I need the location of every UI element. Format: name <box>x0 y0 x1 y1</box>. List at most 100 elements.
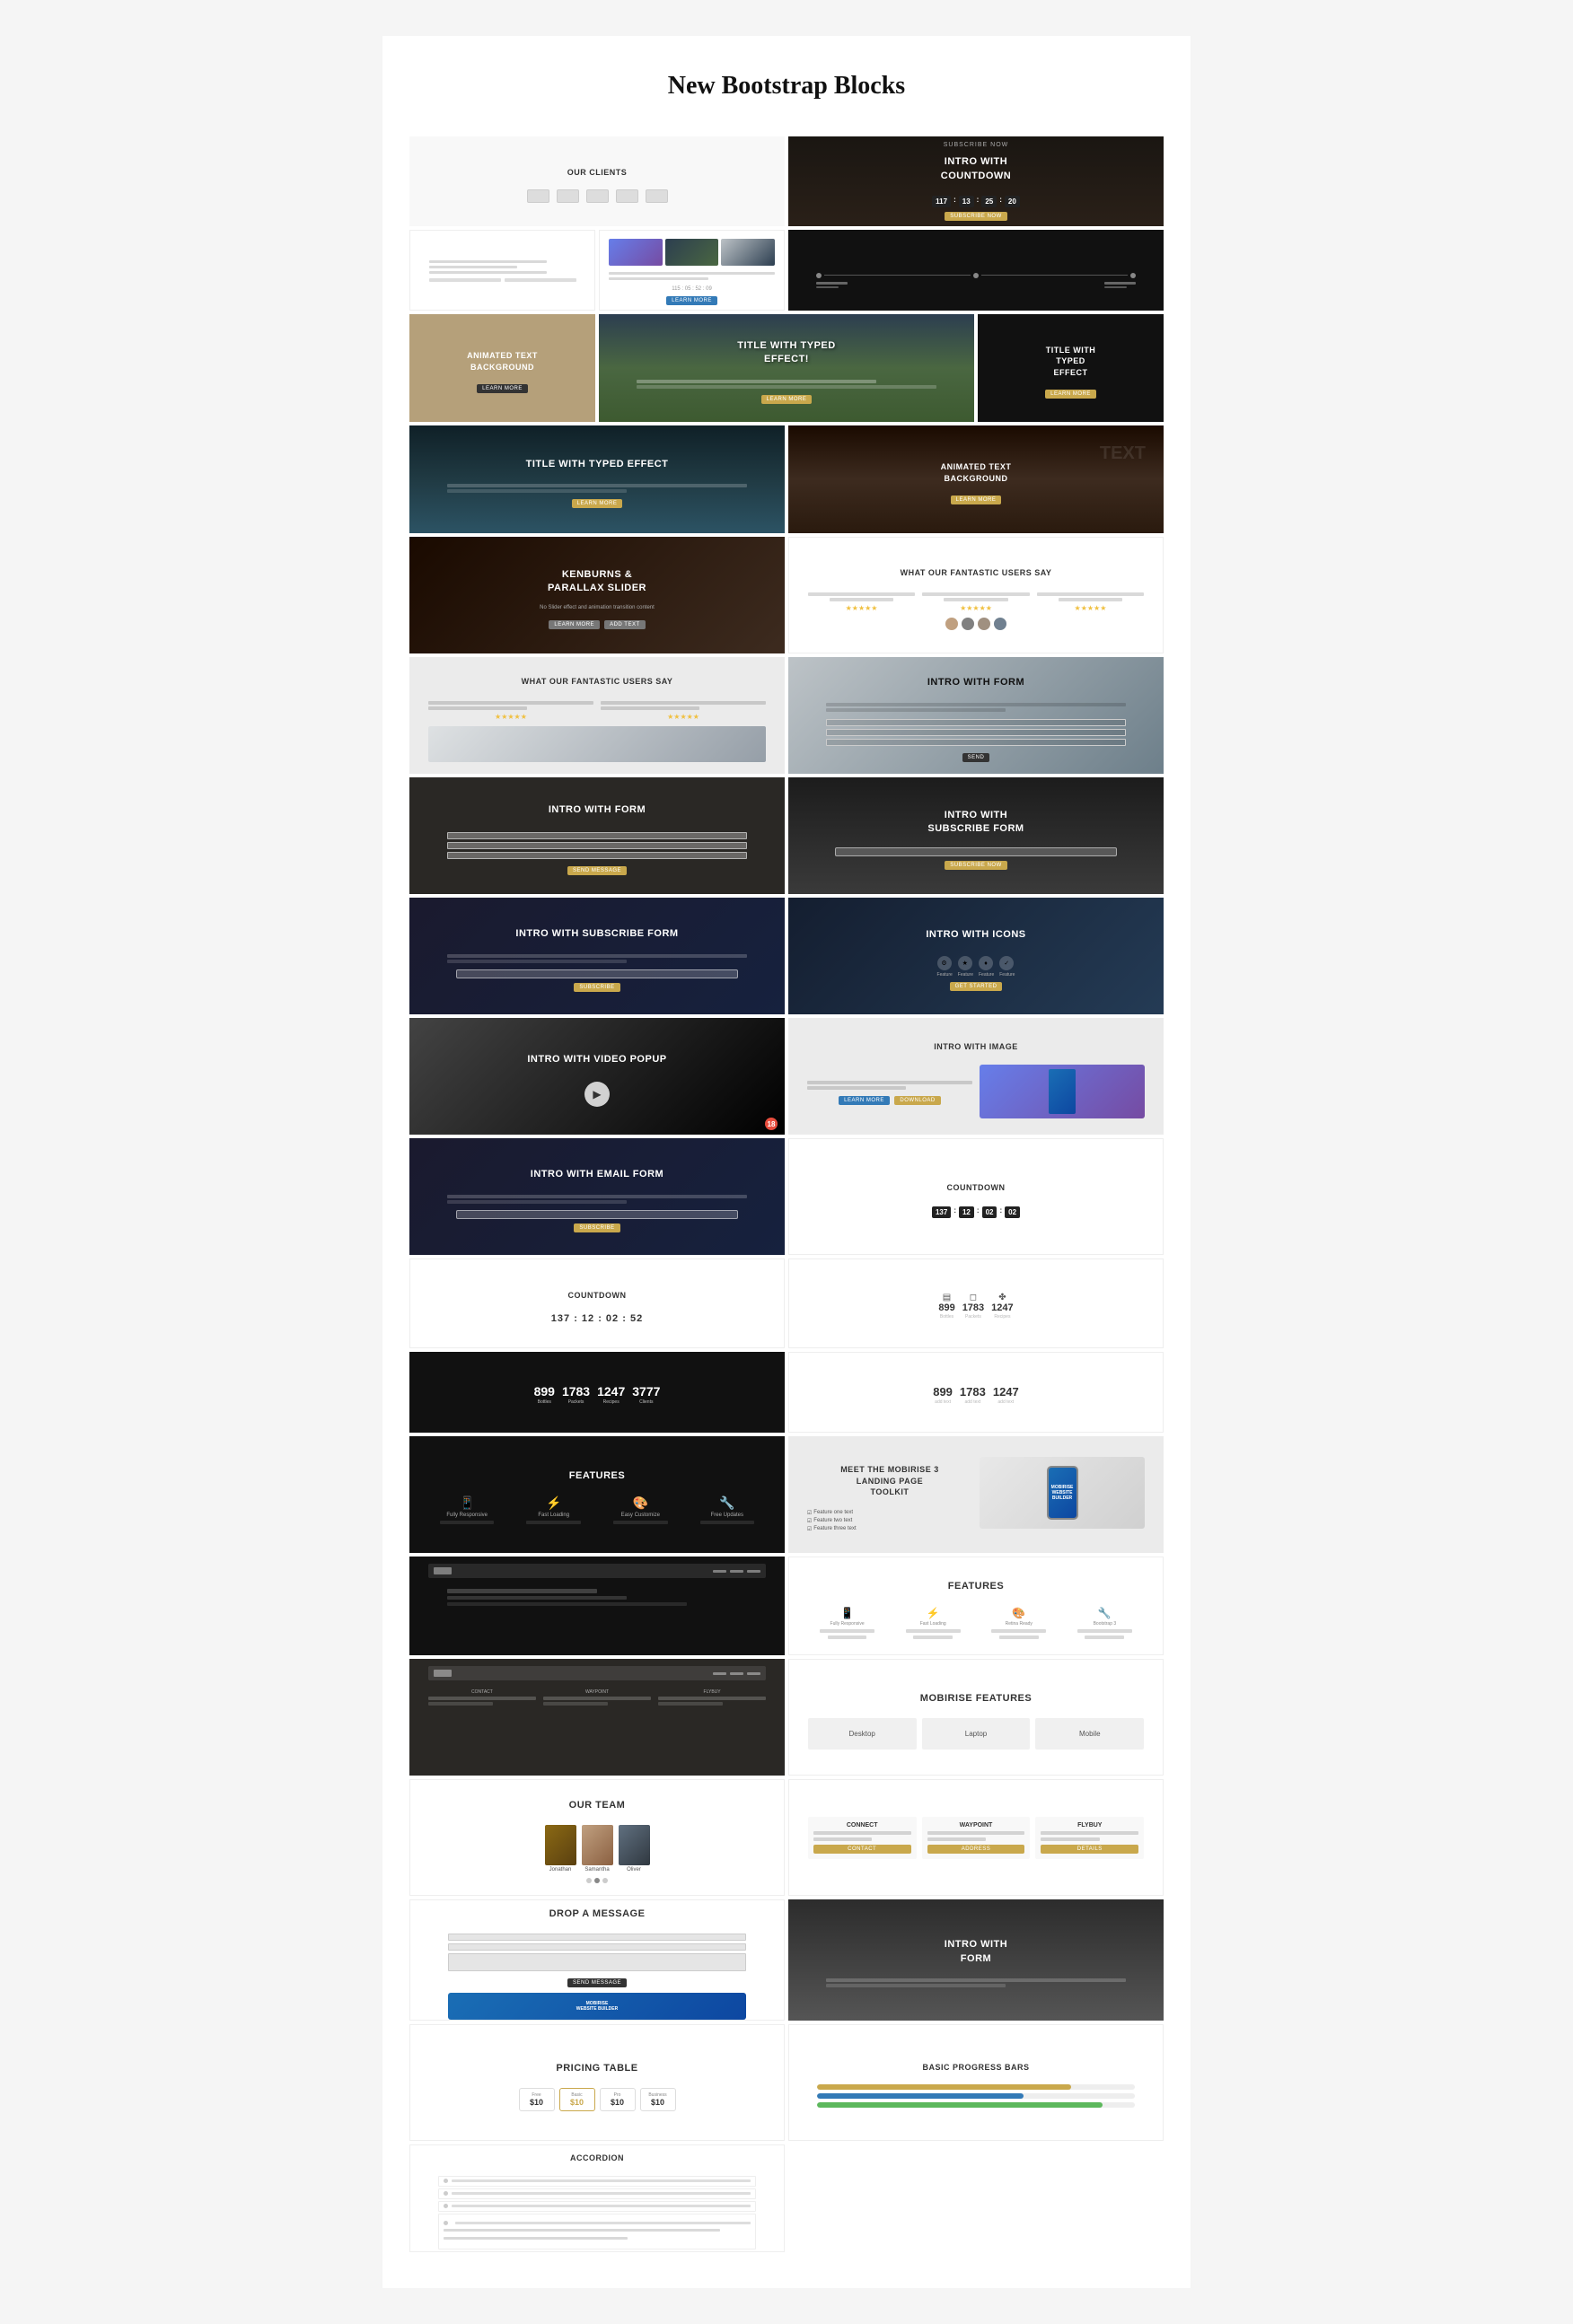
intro-icons-btn[interactable]: GET STARTED <box>950 982 1003 991</box>
block-animated-text-2[interactable]: ANIMATED TEXTBACKGROUND TEXT LEARN MORE <box>788 425 1164 533</box>
block-animated-text-1[interactable]: ANIMATED TEXTBACKGROUND LEARN MORE <box>409 314 595 422</box>
feature-d-icon-3: 🎨 <box>602 1495 680 1511</box>
block-kenburns[interactable]: KENBURNS &PARALLAX SLIDER No Slider effe… <box>409 537 785 653</box>
title-typed-btn-2[interactable]: LEARN MORE <box>1045 390 1096 399</box>
stat-wnum-3: 1247 <box>993 1385 1019 1399</box>
phone-screen-img <box>1049 1069 1076 1114</box>
block-intro-icons[interactable]: INTRO WITH ICONS ⚙ Feature ★ Feature ♦ F… <box>788 898 1164 1014</box>
block-contact-cards[interactable]: Connect CONTACT Waypoint ADDRESS FlyBuy <box>788 1779 1164 1896</box>
block-intro-subscribe-1[interactable]: INTRO WITHSUBSCRIBE FORM SUBSCRIBE NOW <box>788 777 1164 894</box>
subscribe-btn[interactable]: SUBSCRIBE NOW <box>945 212 1007 221</box>
block-progress-bars[interactable]: Basic Progress Bars <box>788 2024 1164 2141</box>
kenburns-btn-2[interactable]: ADD TEXT <box>604 620 646 629</box>
countdown-label-1: COUNTDOWN <box>940 1175 1013 1201</box>
block-intro-countdown[interactable]: SUBSCRIBE NOW INTRO WITHCOUNTDOWN 117 : … <box>788 136 1164 226</box>
block-pricing-table[interactable]: PRICING TABLE Free $10 Basic $10 Pro $10 <box>409 2024 785 2141</box>
email-form-btn[interactable]: SUBSCRIBE <box>574 1223 620 1232</box>
testimonials-content-2: ★★★★★ ★★★★★ <box>428 699 766 721</box>
typed-forest-btn[interactable]: LEARN MORE <box>572 499 623 508</box>
animated-text-btn-1[interactable]: LEARN MORE <box>477 384 528 393</box>
contact-btn-2[interactable]: ADDRESS <box>927 1845 1025 1854</box>
contact-btn-3[interactable]: DETAILS <box>1041 1845 1138 1854</box>
email-form-input[interactable] <box>456 1210 738 1219</box>
block-features-light[interactable]: FEATURES 📱 Fully Responsive ⚡ Fast Loadi… <box>788 1557 1164 1655</box>
block-intro-email[interactable]: INTRO WITH EMAIL FORM SUBSCRIBE <box>409 1138 785 1255</box>
kenburns-btn-1[interactable]: LEARN MORE <box>549 620 600 629</box>
accordion-text-1 <box>452 2179 751 2182</box>
drop-message-btn[interactable]: SEND MESSAGE <box>567 1978 627 1987</box>
subscribe-input-2[interactable] <box>456 969 738 978</box>
block-accordion[interactable]: Accordion <box>409 2144 785 2252</box>
accordion-expanded-content <box>444 2221 751 2241</box>
block-timeline[interactable] <box>788 230 1164 311</box>
animated-text-btn-2[interactable]: LEARN MORE <box>951 495 1002 504</box>
accordion-item-3[interactable] <box>438 2201 756 2212</box>
block-mobirise-features[interactable]: MOBIRISE FEATURES Desktop Laptop Mobile <box>788 1659 1164 1776</box>
stat-dnum-4: 3777 <box>632 1384 660 1399</box>
block-gallery[interactable]: 115 : 05 : 52 : 09 LEARN MORE <box>599 230 785 311</box>
block-our-clients[interactable]: OUR CLIENTS <box>409 136 785 226</box>
block-intro-form-2[interactable]: INTRO WITH FORM SEND MESSAGE <box>409 777 785 894</box>
accordion-item-1[interactable] <box>438 2176 756 2187</box>
mob-feat-label-2: Laptop <box>965 1730 987 1738</box>
block-title-typed-1[interactable]: TITLE WITH TYPEDEFFECT! LEARN MORE <box>599 314 974 422</box>
block-title-typed-2[interactable]: TITLE WITHTYPEDEFFECT LEARN MORE <box>978 314 1164 422</box>
accordion-item-expanded[interactable] <box>438 2214 756 2249</box>
block-nav-dark-1[interactable] <box>409 1557 785 1655</box>
icon-item-1: ⚙ Feature <box>937 956 953 978</box>
feature-l-label-4: Bootstrap 3 <box>1066 1621 1145 1627</box>
block-drop-message[interactable]: DROP A MESSAGE SEND MESSAGE MOBIRISEWEBS… <box>409 1899 785 2021</box>
block-testimonials-1[interactable]: WHAT OUR FANTASTIC USERS SAY ★★★★★ ★★★★★ <box>788 537 1164 653</box>
nav-link-1 <box>713 1570 726 1573</box>
avatar-1 <box>945 618 958 630</box>
title-typed-btn[interactable]: LEARN MORE <box>761 395 813 404</box>
nav-link-5 <box>730 1672 743 1675</box>
block-features-dark[interactable]: FEATURES 📱 Fully Responsive ⚡ Fast Loadi… <box>409 1436 785 1553</box>
block-intro-image[interactable]: INTRO WITH IMAGE LEARN MORE DOWNLOAD <box>788 1018 1164 1135</box>
contact-btn-1[interactable]: CONTACT <box>813 1845 911 1854</box>
animated-text-label-1: ANIMATED TEXTBACKGROUND <box>460 343 545 380</box>
intro-image-btn-2[interactable]: DOWNLOAD <box>894 1096 940 1105</box>
contact-title-2: Waypoint <box>927 1822 1025 1829</box>
stat-d3: 1247 Recipes <box>597 1384 625 1405</box>
contact-grid: Connect CONTACT Waypoint ADDRESS FlyBuy <box>808 1817 1144 1859</box>
block-countdown-2[interactable]: COUNTDOWN 137 : 12 : 02 : 52 <box>409 1258 785 1348</box>
stat-wnum-2: 1783 <box>960 1385 986 1399</box>
price-4: Business $10 <box>640 2088 676 2111</box>
feature-d-label-3: Easy Customize <box>602 1513 680 1518</box>
block-testimonials-2[interactable]: WHAT OUR FANTASTIC USERS SAY ★★★★★ ★★★★★ <box>409 657 785 774</box>
subscribe-input-1[interactable] <box>835 847 1117 856</box>
intro-form-btn-2[interactable]: SEND MESSAGE <box>567 866 627 875</box>
subscribe-submit-2[interactable]: SUBSCRIBE <box>574 983 620 992</box>
block-title-typed-forest[interactable]: TITLE WITH TYPED EFFECT LEARN MORE <box>409 425 785 533</box>
features-light-label: FEATURES <box>941 1573 1011 1600</box>
block-intro-video[interactable]: INTRO WITH VIDEO POPUP ▶ 18 <box>409 1018 785 1135</box>
block-nav-dark-2[interactable]: Contact Waypoint FlyBuy <box>409 1659 785 1776</box>
block-countdown-1[interactable]: COUNTDOWN 137 : 12 : 02 : 02 <box>788 1138 1164 1255</box>
meet-checklist: ☑ Feature one text ☑ Feature two text ☑ … <box>807 1510 972 1532</box>
intro-image-btn-1[interactable]: LEARN MORE <box>839 1096 890 1105</box>
block-meet-mobirise[interactable]: MEET THE MOBIRISE 3LANDING PAGETOOLKIT ☑… <box>788 1436 1164 1553</box>
gallery-btn[interactable]: LEARN MORE <box>666 296 717 305</box>
block-our-team[interactable]: OUR TEAM Jonathan Samantha Oliver <box>409 1779 785 1896</box>
progress-fill-3 <box>817 2102 1103 2108</box>
play-button[interactable]: ▶ <box>584 1082 610 1107</box>
team-photo-2 <box>582 1825 613 1865</box>
block-intro-subscribe-2[interactable]: INTRO WITH SUBSCRIBE FORM SUBSCRIBE <box>409 898 785 1014</box>
accordion-item-2[interactable] <box>438 2188 756 2199</box>
block-stats-icons[interactable]: ▤ 899 Bottles ◻ 1783 Packets ✤ 1247 Reci… <box>788 1258 1164 1348</box>
stat-d1: 899 Bottles <box>534 1384 555 1405</box>
dm-textarea <box>448 1953 747 1971</box>
feature-d-label-1: Fully Responsive <box>428 1513 506 1518</box>
feature-l-icon-1: 📱 <box>808 1607 887 1619</box>
block-stats-white[interactable]: 899 add text 1783 add text 1247 add text <box>788 1352 1164 1433</box>
subscribe-submit-1[interactable]: SUBSCRIBE NOW <box>945 861 1007 870</box>
block-intro-form-1[interactable]: INTRO WITH FORM SEND <box>788 657 1164 774</box>
feature-icon-2: ★ <box>958 956 972 970</box>
count-1: 117 <box>932 196 951 207</box>
block-stats-dark[interactable]: 899 Bottles 1783 Packets 1247 Recipes 37… <box>409 1352 785 1433</box>
intro-form-btn-1[interactable]: SEND <box>962 753 990 762</box>
block-flowchart[interactable] <box>409 230 595 311</box>
block-intro-form-bottom[interactable]: INTRO WITHFORM <box>788 1899 1164 2021</box>
accordion-dot-1 <box>444 2179 448 2183</box>
